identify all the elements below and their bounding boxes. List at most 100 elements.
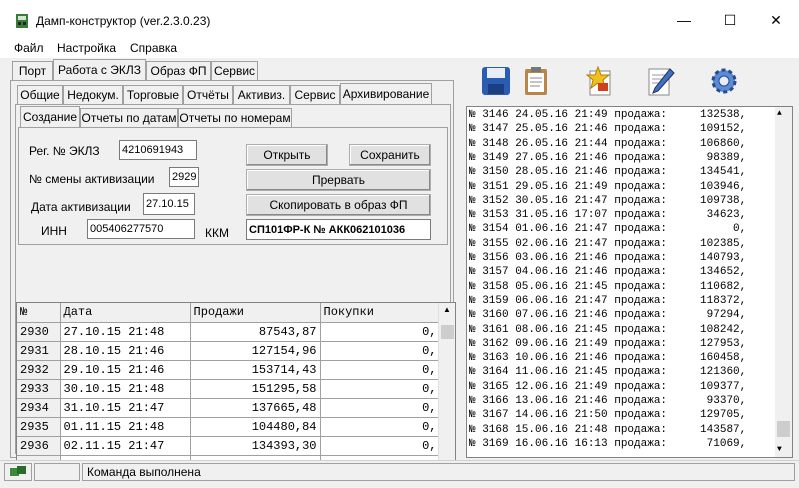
cell-purchases[interactable]: 0, bbox=[320, 341, 441, 361]
toolbar bbox=[464, 58, 799, 104]
cell-number[interactable]: 2935 bbox=[17, 417, 61, 437]
tab-reports-by-number[interactable]: Отчеты по номерам bbox=[178, 108, 292, 127]
menu-file[interactable]: Файл bbox=[14, 41, 44, 55]
create-form: Рег. № ЭКЛЗ 4210691943 № смены активизац… bbox=[18, 127, 448, 245]
tab-general[interactable]: Общие bbox=[17, 85, 63, 104]
table-row[interactable]: 2933 30.10.15 21:48 151295,58 0, bbox=[17, 379, 441, 399]
cell-number[interactable]: 2936 bbox=[17, 436, 61, 456]
tab-sub-service[interactable]: Сервис bbox=[290, 85, 340, 104]
tab-trade[interactable]: Торговые bbox=[123, 85, 183, 104]
connection-icon bbox=[4, 463, 32, 481]
log-line: № 3160 07.06.16 21:46 продажа: 97294, bbox=[469, 309, 747, 322]
floppy-save-icon[interactable] bbox=[476, 61, 516, 101]
cell-date[interactable]: 28.10.15 21:46 bbox=[60, 341, 191, 361]
cell-purchases[interactable]: 0, bbox=[320, 417, 441, 437]
close-button[interactable]: ✕ bbox=[753, 0, 799, 40]
log-line: № 3161 08.06.16 21:45 продажа: 108242, bbox=[469, 323, 747, 336]
log-line: № 3154 01.06.16 21:47 продажа: 0, bbox=[469, 223, 747, 236]
gear-icon[interactable] bbox=[704, 61, 744, 101]
kkm-field[interactable]: СП101ФР-К № АКК062101036 bbox=[246, 219, 431, 240]
cell-purchases[interactable]: 0, bbox=[320, 436, 441, 456]
menu-bar: Файл Настройка Справка bbox=[0, 40, 799, 58]
scroll-thumb[interactable] bbox=[441, 325, 454, 339]
cell-date[interactable]: 31.10.15 21:47 bbox=[60, 398, 191, 418]
cell-sales[interactable]: 104480,84 bbox=[190, 417, 321, 437]
log-line: № 3164 11.06.16 21:45 продажа: 121360, bbox=[469, 366, 747, 379]
log-scroll-up-icon[interactable]: ▲ bbox=[777, 109, 782, 118]
activation-date-field[interactable]: 27.10.15 bbox=[143, 193, 195, 215]
log-line: № 3151 29.05.16 21:49 продажа: 103946, bbox=[469, 180, 747, 193]
menu-help[interactable]: Справка bbox=[130, 41, 177, 55]
cell-purchases[interactable]: 0, bbox=[320, 379, 441, 399]
cell-date[interactable]: 01.11.15 21:48 bbox=[60, 417, 191, 437]
inn-field[interactable]: 005406277570 bbox=[87, 219, 195, 239]
log-line: № 3159 06.06.16 21:47 продажа: 118372, bbox=[469, 294, 747, 307]
tab-reports-by-date[interactable]: Отчеты по датам bbox=[80, 108, 178, 127]
table-row[interactable]: 2936 02.11.15 21:47 134393,30 0, bbox=[17, 436, 441, 456]
log-line: № 3152 30.05.16 21:47 продажа: 109738, bbox=[469, 194, 747, 207]
minimize-button[interactable]: — bbox=[661, 0, 707, 40]
tab-activation[interactable]: Активиз. bbox=[233, 85, 290, 104]
cell-number[interactable]: 2931 bbox=[17, 341, 61, 361]
edit-document-icon[interactable] bbox=[640, 61, 680, 101]
tab-reports[interactable]: Отчёты bbox=[183, 85, 233, 104]
cell-sales[interactable]: 87543,87 bbox=[190, 322, 321, 342]
log-line: № 3147 25.05.16 21:46 продажа: 109152, bbox=[469, 123, 747, 136]
table-row[interactable]: 2932 29.10.15 21:46 153714,43 0, bbox=[17, 360, 441, 380]
cell-sales[interactable]: 153714,43 bbox=[190, 360, 321, 380]
table-row[interactable]: 2931 28.10.15 21:46 127154,96 0, bbox=[17, 341, 441, 361]
column-header-date[interactable]: Дата bbox=[60, 303, 191, 323]
maximize-button[interactable]: ☐ bbox=[707, 0, 753, 40]
table-row[interactable]: 2934 31.10.15 21:47 137665,48 0, bbox=[17, 398, 441, 418]
cell-date[interactable]: 30.10.15 21:48 bbox=[60, 379, 191, 399]
log-line: № 3168 15.06.16 21:48 продажа: 143587, bbox=[469, 423, 747, 436]
cell-date[interactable]: 02.11.15 21:47 bbox=[60, 436, 191, 456]
tab-eklz[interactable]: Работа с ЭКЛЗ bbox=[53, 59, 146, 80]
tab-service[interactable]: Сервис bbox=[211, 61, 258, 80]
log-panel: № 3146 24.05.16 21:49 продажа: 132538, № … bbox=[466, 106, 793, 458]
cell-sales[interactable]: 137665,48 bbox=[190, 398, 321, 418]
table-row[interactable]: 2935 01.11.15 21:48 104480,84 0, bbox=[17, 417, 441, 437]
tab-fp-image[interactable]: Образ ФП bbox=[146, 61, 211, 80]
cell-sales[interactable]: 134393,30 bbox=[190, 436, 321, 456]
log-line: № 3150 28.05.16 21:46 продажа: 134541, bbox=[469, 166, 747, 179]
open-button[interactable]: Открыть bbox=[246, 144, 328, 166]
app-icon bbox=[16, 14, 28, 28]
menu-settings[interactable]: Настройка bbox=[57, 41, 116, 55]
cell-sales[interactable]: 151295,58 bbox=[190, 379, 321, 399]
cell-number[interactable]: 2932 bbox=[17, 360, 61, 380]
log-scroll-down-icon[interactable]: ▼ bbox=[777, 445, 782, 454]
column-header-purchases[interactable]: Покупки bbox=[320, 303, 441, 323]
star-document-icon[interactable] bbox=[580, 61, 620, 101]
column-header-sales[interactable]: Продажи bbox=[190, 303, 321, 323]
column-header-number[interactable]: № bbox=[17, 303, 61, 323]
cell-sales[interactable]: 127154,96 bbox=[190, 341, 321, 361]
interrupt-button[interactable]: Прервать bbox=[246, 169, 431, 191]
log-line: № 3166 13.06.16 21:46 продажа: 93370, bbox=[469, 395, 747, 407]
cell-number[interactable]: 2930 bbox=[17, 322, 61, 342]
copy-to-fp-button[interactable]: Скопировать в образ ФП bbox=[246, 194, 431, 216]
cell-number[interactable]: 2934 bbox=[17, 398, 61, 418]
left-pane: Порт Работа с ЭКЛЗ Образ ФП Сервис Общие… bbox=[8, 58, 456, 488]
scroll-up-icon[interactable]: ▲ bbox=[441, 305, 453, 317]
cell-purchases[interactable]: 0, bbox=[320, 398, 441, 418]
log-scrollbar[interactable]: ▲ ▼ bbox=[775, 107, 792, 457]
table-row[interactable]: 2930 27.10.15 21:48 87543,87 0, bbox=[17, 322, 441, 342]
tab-archiving[interactable]: Архивирование bbox=[340, 83, 432, 104]
cell-purchases[interactable]: 0, bbox=[320, 360, 441, 380]
log-line: № 3158 05.06.16 21:45 продажа: 110682, bbox=[469, 280, 747, 293]
save-button[interactable]: Сохранить bbox=[349, 144, 431, 166]
log-scroll-thumb[interactable] bbox=[777, 421, 790, 437]
tab-nondoc[interactable]: Недокум. bbox=[63, 85, 123, 104]
tab-port[interactable]: Порт bbox=[12, 61, 53, 80]
clipboard-icon[interactable] bbox=[516, 61, 556, 101]
status-bar: Команда выполнена bbox=[0, 460, 799, 488]
shift-number-field[interactable]: 2929 bbox=[169, 167, 199, 187]
tab-create[interactable]: Создание bbox=[20, 106, 80, 127]
cell-number[interactable]: 2933 bbox=[17, 379, 61, 399]
log-line: № 3146 24.05.16 21:49 продажа: 132538, bbox=[469, 109, 747, 121]
cell-date[interactable]: 29.10.15 21:46 bbox=[60, 360, 191, 380]
cell-purchases[interactable]: 0, bbox=[320, 322, 441, 342]
reg-number-field[interactable]: 4210691943 bbox=[119, 140, 197, 160]
cell-date[interactable]: 27.10.15 21:48 bbox=[60, 322, 191, 342]
